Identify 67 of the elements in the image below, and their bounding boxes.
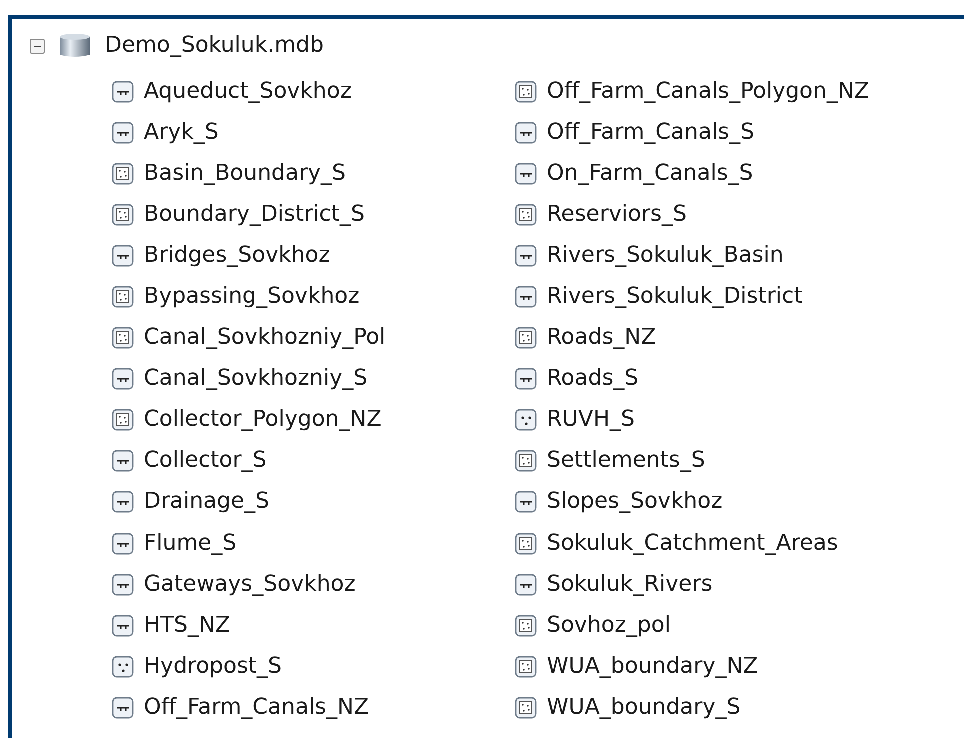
layer-label[interactable]: On_Farm_Canals_S: [547, 160, 754, 188]
polygon-layer-icon: [515, 614, 537, 637]
layer-label[interactable]: Basin_Boundary_S: [144, 160, 346, 188]
layer-label[interactable]: Hydropost_S: [144, 652, 282, 681]
line-layer-icon: [112, 80, 134, 103]
layer-label[interactable]: Collector_S: [144, 447, 267, 476]
layer-label[interactable]: Boundary_District_S: [144, 200, 365, 229]
layer-label[interactable]: Rivers_Sokuluk_District: [547, 283, 803, 312]
layer-label[interactable]: Drainage_S: [144, 488, 270, 516]
layer-label[interactable]: Settlements_S: [547, 447, 706, 476]
polygon-layer-icon: [112, 327, 134, 350]
line-layer-icon: [112, 491, 134, 514]
polygon-layer-icon: [515, 656, 537, 678]
line-layer-icon: [112, 574, 134, 596]
line-layer-icon: [515, 574, 537, 596]
line-layer-icon: [112, 368, 134, 390]
layer-label[interactable]: Off_Farm_Canals_Polygon_NZ: [547, 78, 870, 106]
line-layer-icon: [515, 286, 537, 308]
layer-label[interactable]: Canal_Sovkhozniy_Pol: [144, 324, 386, 352]
point-layer-icon: [112, 656, 134, 678]
polygon-layer-icon: [515, 696, 537, 719]
line-layer-icon: [112, 244, 134, 267]
layer-label[interactable]: Canal_Sovkhozniy_S: [144, 365, 368, 394]
line-layer-icon: [515, 368, 537, 390]
polygon-layer-icon: [112, 204, 134, 226]
layer-label[interactable]: WUA_boundary_S: [547, 694, 741, 722]
polygon-layer-icon: [112, 162, 134, 185]
polygon-layer-icon: [112, 286, 134, 308]
line-layer-icon: [112, 614, 134, 637]
layer-label[interactable]: Flume_S: [144, 530, 237, 558]
layer-label[interactable]: Aqueduct_Sovkhoz: [144, 78, 352, 106]
line-layer-icon: [112, 450, 134, 472]
database-icon: [59, 33, 91, 59]
layer-label[interactable]: Off_Farm_Canals_S: [547, 118, 754, 147]
point-layer-icon: [515, 409, 537, 432]
line-layer-icon: [112, 696, 134, 719]
layer-label[interactable]: RUVH_S: [547, 406, 635, 434]
layer-label[interactable]: Roads_NZ: [547, 324, 656, 352]
polygon-layer-icon: [515, 532, 537, 555]
layer-label[interactable]: Sokuluk_Catchment_Areas: [547, 530, 838, 558]
line-layer-icon: [515, 162, 537, 185]
layer-label[interactable]: Sokuluk_Rivers: [547, 570, 713, 599]
layer-label[interactable]: Roads_S: [547, 365, 639, 394]
collapse-toggle[interactable]: [30, 38, 45, 54]
polygon-layer-icon: [515, 80, 537, 103]
polygon-layer-icon: [515, 450, 537, 472]
layer-label[interactable]: Gateways_Sovkhoz: [144, 570, 356, 599]
layer-label[interactable]: WUA_boundary_NZ: [547, 652, 758, 681]
layer-label[interactable]: Reserviors_S: [547, 200, 687, 229]
line-layer-icon: [112, 122, 134, 144]
layer-label[interactable]: Slopes_Sovkhoz: [547, 488, 723, 516]
polygon-layer-icon: [112, 409, 134, 432]
layer-label[interactable]: Sovhoz_pol: [547, 612, 671, 640]
layer-label[interactable]: Collector_Polygon_NZ: [144, 406, 382, 434]
line-layer-icon: [515, 244, 537, 267]
line-layer-icon: [515, 122, 537, 144]
database-label[interactable]: Demo_Sokuluk.mdb: [105, 32, 324, 60]
layer-label[interactable]: Bridges_Sovkhoz: [144, 242, 330, 270]
line-layer-icon: [515, 491, 537, 514]
layer-label[interactable]: Rivers_Sokuluk_Basin: [547, 242, 784, 270]
polygon-layer-icon: [515, 204, 537, 226]
layer-label[interactable]: Bypassing_Sovkhoz: [144, 283, 360, 312]
layer-label[interactable]: Aryk_S: [144, 118, 219, 147]
layer-label[interactable]: HTS_NZ: [144, 612, 230, 640]
line-layer-icon: [112, 532, 134, 555]
layer-label[interactable]: Off_Farm_Canals_NZ: [144, 694, 370, 722]
polygon-layer-icon: [515, 327, 537, 350]
